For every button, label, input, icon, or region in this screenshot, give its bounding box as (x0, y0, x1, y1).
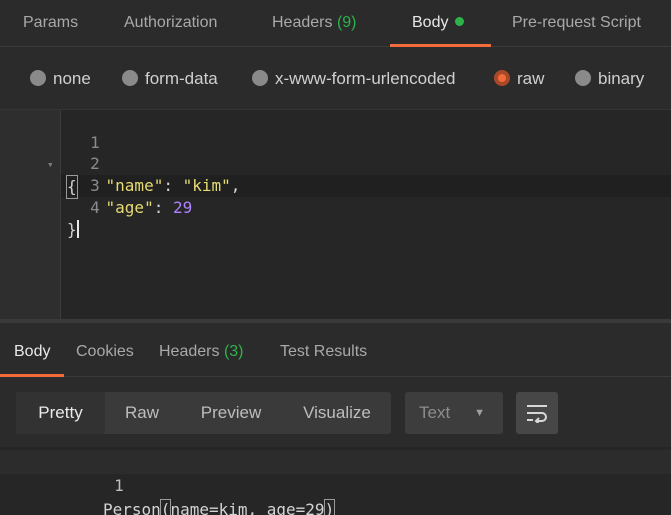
response-line: 1 Person(name=kim, age=29) (0, 450, 671, 515)
tab-label: Pre-request Script (512, 14, 641, 31)
view-raw-button[interactable]: Raw (105, 392, 179, 434)
headers-count: (3) (223, 343, 244, 360)
tab-label: Test Results (280, 343, 368, 360)
view-preview-button[interactable]: Preview (179, 392, 283, 434)
code-line: 1 ▾ { (0, 110, 100, 199)
radio-form-data[interactable]: form-data (122, 47, 218, 109)
tab-cookies[interactable]: Cookies (76, 323, 134, 377)
radio-circle-icon (30, 70, 46, 86)
dropdown-arrow-icon: ▼ (474, 407, 485, 419)
view-visualize-button[interactable]: Visualize (283, 392, 391, 434)
tab-label: Body (14, 343, 51, 360)
tab-label: Authorization (124, 14, 218, 31)
line-number: 1 (90, 133, 100, 152)
view-pretty-button[interactable]: Pretty (16, 392, 105, 434)
format-select[interactable]: Text ▼ (405, 392, 503, 434)
line-number: 3 (90, 176, 100, 195)
json-string: "kim" (182, 176, 231, 195)
tab-label: Params (23, 14, 79, 31)
tab-test-results[interactable]: Test Results (280, 323, 367, 377)
json-key: "name" (105, 176, 164, 195)
tab-label: Headers (159, 343, 220, 360)
tab-body[interactable]: Body (390, 0, 491, 47)
response-body-viewer[interactable]: 1 Person(name=kim, age=29) (0, 447, 671, 515)
tab-label: Headers (272, 14, 333, 31)
tab-label: Body (412, 14, 449, 31)
json-punct: , (230, 176, 241, 195)
open-paren: ( (159, 499, 172, 515)
text-caret (76, 220, 79, 238)
response-text: Person(name=kim, age=29) (103, 498, 336, 515)
wrap-lines-icon (527, 405, 547, 423)
tab-response-headers[interactable]: Headers (3) (159, 323, 244, 377)
radio-x-www-form-urlencoded[interactable]: x-www-form-urlencoded (252, 47, 455, 109)
close-paren: ) (323, 499, 336, 515)
radio-raw[interactable]: raw (494, 47, 544, 109)
tab-label: Cookies (76, 343, 134, 360)
radio-circle-icon (575, 70, 591, 86)
radio-selected-icon (494, 70, 510, 86)
response-toolbar: Pretty Raw Preview Visualize Text ▼ (0, 377, 671, 447)
radio-circle-icon (122, 70, 138, 86)
request-tabs: Params Authorization Headers (9) Body Pr… (0, 0, 671, 47)
wrap-lines-button[interactable] (516, 392, 558, 434)
json-number: 29 (172, 198, 193, 217)
view-mode-segmented-control: Pretty Raw Preview Visualize (16, 392, 391, 434)
code-text: } (67, 219, 79, 241)
json-key: "age" (105, 198, 154, 217)
response-text-prefix: Person (103, 500, 161, 515)
radio-label: form-data (145, 69, 218, 88)
radio-label: raw (517, 69, 545, 88)
tab-response-body[interactable]: Body (0, 323, 64, 377)
response-tabs: Body Cookies Headers (3) Test Results (0, 323, 671, 377)
json-punct: : (153, 198, 173, 217)
radio-label: none (53, 69, 91, 88)
radio-label: binary (598, 69, 645, 88)
format-select-value: Text (419, 403, 451, 422)
json-punct: : (163, 176, 183, 195)
code-line: 4 } (0, 175, 100, 239)
headers-count: (9) (336, 14, 357, 31)
radio-binary[interactable]: binary (575, 47, 644, 109)
line-number: 1 (114, 476, 124, 495)
tab-authorization[interactable]: Authorization (124, 0, 217, 47)
radio-circle-icon (252, 70, 268, 86)
line-number: 2 (90, 154, 100, 173)
request-body-editor[interactable]: 1 ▾ { 2 "name": "kim", 3 "age": 29 4 } (0, 109, 671, 320)
line-number: 4 (90, 198, 100, 217)
body-type-radio-group: none form-data x-www-form-urlencoded raw… (0, 47, 671, 109)
closing-brace: } (67, 220, 77, 239)
postman-request-panel: Params Authorization Headers (9) Body Pr… (0, 0, 671, 515)
code-line: 2 "name": "kim", (0, 131, 240, 195)
tab-pre-request-script[interactable]: Pre-request Script (512, 0, 641, 47)
tab-params[interactable]: Params (23, 0, 78, 47)
radio-none[interactable]: none (30, 47, 91, 109)
radio-label: x-www-form-urlencoded (275, 69, 456, 88)
status-dot-icon (455, 17, 465, 26)
tab-headers[interactable]: Headers (9) (272, 0, 357, 47)
code-line: 3 "age": 29 (0, 153, 192, 217)
response-text-body: name=kim, age=29 (170, 500, 325, 515)
